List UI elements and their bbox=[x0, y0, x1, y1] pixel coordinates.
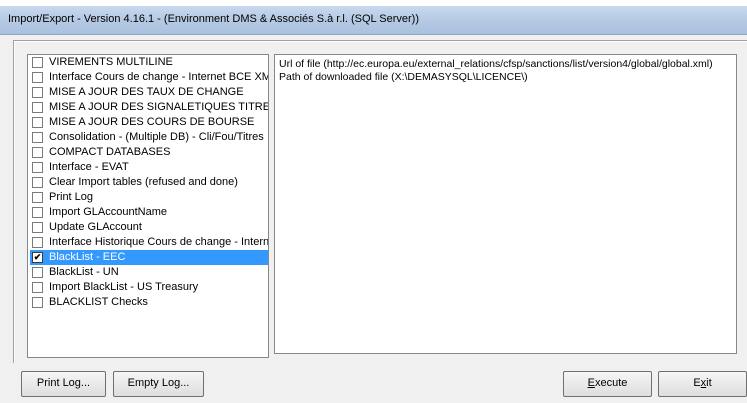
task-item-label: Import BlackList - US Treasury bbox=[49, 281, 199, 293]
task-item[interactable]: MISE A JOUR DES COURS DE BOURSE bbox=[30, 115, 268, 130]
task-checkbox[interactable] bbox=[32, 267, 43, 278]
task-item[interactable]: Interface Cours de change - Internet BCE… bbox=[30, 70, 268, 85]
task-item[interactable]: Interface - EVAT bbox=[30, 160, 268, 175]
task-item[interactable]: COMPACT DATABASES bbox=[30, 145, 268, 160]
task-item-label: COMPACT DATABASES bbox=[49, 146, 171, 158]
task-checkbox[interactable] bbox=[32, 72, 43, 83]
task-item[interactable]: VIREMENTS MULTILINE bbox=[30, 55, 268, 70]
empty-log-button[interactable]: Empty Log... bbox=[113, 371, 204, 397]
task-item[interactable]: MISE A JOUR DES SIGNALETIQUES TITRES bbox=[30, 100, 268, 115]
task-item[interactable]: Consolidation - (Multiple DB) - Cli/Fou/… bbox=[30, 130, 268, 145]
task-item[interactable]: Update GLAccount bbox=[30, 220, 268, 235]
task-item-label: Print Log bbox=[49, 191, 94, 203]
task-checkbox[interactable]: ✔ bbox=[32, 252, 43, 263]
task-item-label: MISE A JOUR DES COURS DE BOURSE bbox=[49, 116, 255, 128]
task-item[interactable]: ✔ BlackList - EEC bbox=[30, 250, 268, 265]
window-title: Import/Export - Version 4.16.1 - (Enviro… bbox=[8, 13, 420, 25]
info-line: Url of file (http://ec.europa.eu/externa… bbox=[279, 58, 713, 70]
execute-button[interactable]: Execute bbox=[563, 371, 652, 397]
task-item[interactable]: Import BlackList - US Treasury bbox=[30, 280, 268, 295]
task-item-label: VIREMENTS MULTILINE bbox=[49, 56, 173, 68]
task-checkbox[interactable] bbox=[32, 117, 43, 128]
task-item-label: Import GLAccountName bbox=[49, 206, 167, 218]
task-item[interactable]: Print Log bbox=[30, 190, 268, 205]
task-item[interactable]: Import GLAccountName bbox=[30, 205, 268, 220]
task-checkbox[interactable] bbox=[32, 87, 43, 98]
task-checkbox[interactable] bbox=[32, 162, 43, 173]
task-checkbox[interactable] bbox=[32, 192, 43, 203]
task-checkbox[interactable] bbox=[32, 222, 43, 233]
task-item-label: BLACKLIST Checks bbox=[49, 296, 148, 308]
exit-button[interactable]: Exit bbox=[658, 371, 747, 397]
task-item-label: Update GLAccount bbox=[49, 221, 142, 233]
task-checkbox[interactable] bbox=[32, 237, 43, 248]
task-item[interactable]: Clear Import tables (refused and done) bbox=[30, 175, 268, 190]
task-checklist[interactable]: VIREMENTS MULTILINE Interface Cours de ch… bbox=[27, 54, 269, 358]
task-item-label: Consolidation - (Multiple DB) - Cli/Fou/… bbox=[49, 131, 264, 143]
empty-log-label: Empty Log... bbox=[127, 377, 190, 389]
task-checkbox[interactable] bbox=[32, 207, 43, 218]
print-log-label: Print Log... bbox=[36, 377, 91, 389]
task-checkbox[interactable] bbox=[32, 297, 43, 308]
execute-label: Execute bbox=[587, 377, 628, 389]
task-item[interactable]: BlackList - UN bbox=[30, 265, 268, 280]
task-checkbox[interactable] bbox=[32, 132, 43, 143]
task-item-label: MISE A JOUR DES TAUX DE CHANGE bbox=[49, 86, 244, 98]
task-item-label: BlackList - UN bbox=[49, 266, 119, 278]
exit-label: Exit bbox=[693, 377, 712, 389]
task-info-panel: Url of file (http://ec.europa.eu/externa… bbox=[274, 54, 737, 354]
task-item-label: MISE A JOUR DES SIGNALETIQUES TITRES bbox=[49, 101, 269, 113]
print-log-button[interactable]: Print Log... bbox=[21, 371, 106, 397]
task-checkbox[interactable] bbox=[32, 177, 43, 188]
task-item[interactable]: BLACKLIST Checks bbox=[30, 295, 268, 310]
task-item[interactable]: MISE A JOUR DES TAUX DE CHANGE bbox=[30, 85, 268, 100]
task-item-label: Interface Cours de change - Internet BCE… bbox=[49, 71, 269, 83]
task-item[interactable]: Interface Historique Cours de change - I… bbox=[30, 235, 268, 250]
task-item-label: BlackList - EEC bbox=[47, 250, 128, 265]
info-line: Path of downloaded file (X:\DEMASYSQL\LI… bbox=[279, 71, 528, 83]
task-checkbox[interactable] bbox=[32, 57, 43, 68]
title-bar: Import/Export - Version 4.16.1 - (Enviro… bbox=[0, 6, 747, 35]
task-item-label: Clear Import tables (refused and done) bbox=[49, 176, 238, 188]
task-checkbox[interactable] bbox=[32, 147, 43, 158]
task-checkbox[interactable] bbox=[32, 282, 43, 293]
task-item-label: Interface - EVAT bbox=[49, 161, 129, 173]
task-checkbox[interactable] bbox=[32, 102, 43, 113]
task-item-label: Interface Historique Cours de change - I… bbox=[49, 236, 269, 248]
